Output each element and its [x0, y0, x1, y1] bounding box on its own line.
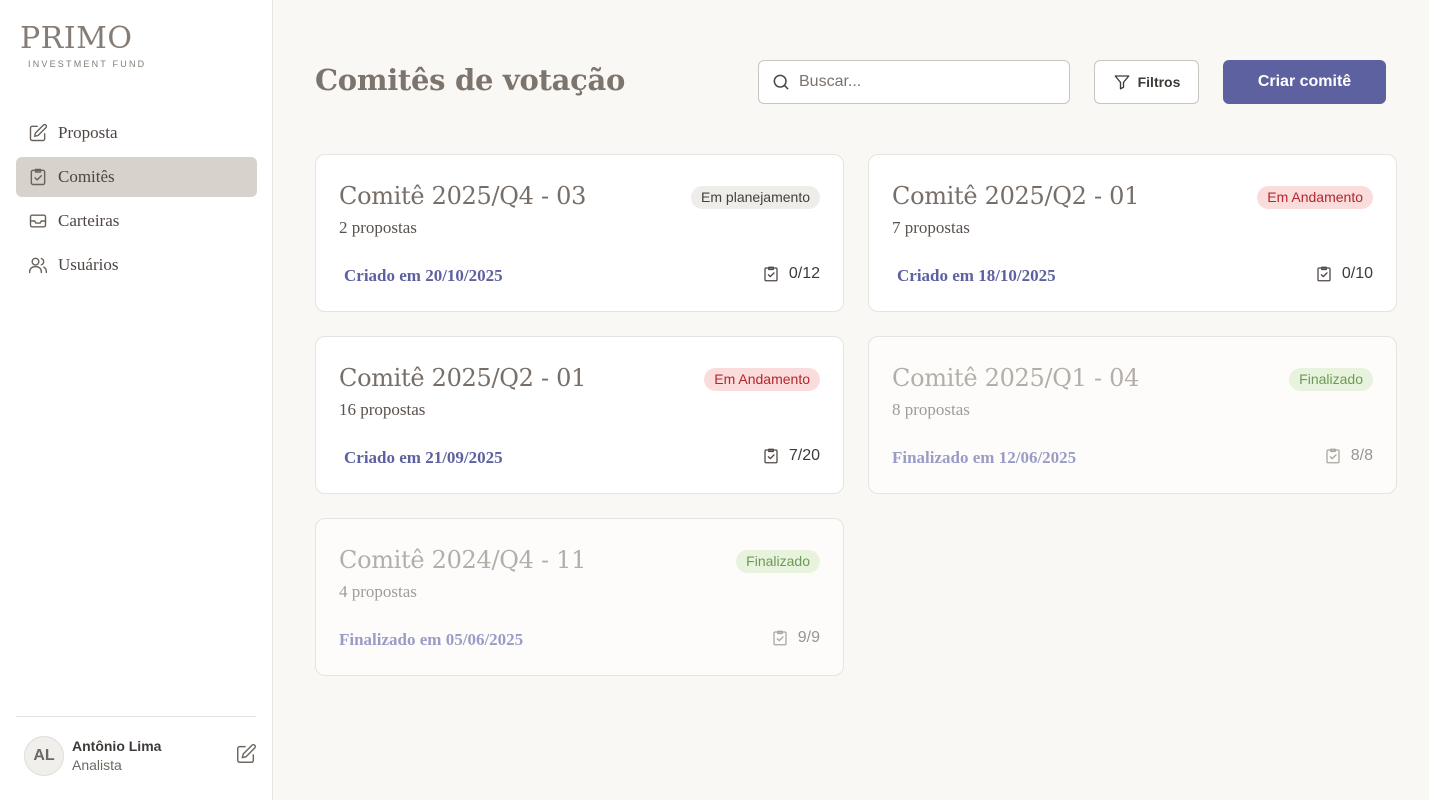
committee-date: Criado em 20/10/2025 [344, 266, 503, 285]
pencil-square-icon [29, 123, 48, 142]
committee-proposals-count: 16 propostas [339, 400, 426, 419]
clipboard-check-icon [773, 630, 787, 646]
user-info: Antônio Lima Analista [72, 737, 235, 775]
sidebar-item-comites[interactable]: Comitês [16, 157, 257, 197]
committee-title: Comitê 2025/Q1 - 04 [892, 364, 1140, 392]
status-badge: Finalizado [1289, 368, 1373, 391]
committee-progress: 0/12 [762, 265, 820, 283]
clipboard-check-icon [1326, 448, 1340, 464]
committee-card[interactable]: Comitê 2025/Q1 - 04 8 propostas Finaliza… [868, 336, 1397, 494]
committee-proposals-count: 8 propostas [892, 400, 970, 419]
create-committee-button[interactable]: Criar comitê [1223, 60, 1386, 104]
committee-progress: 8/8 [1324, 447, 1373, 465]
sidebar-divider [16, 716, 256, 717]
committee-card[interactable]: Comitê 2025/Q4 - 03 2 propostas Em plane… [315, 154, 844, 312]
search-icon [773, 74, 789, 90]
committee-progress-value: 0/12 [788, 265, 820, 282]
sidebar: PRIMO INVESTMENT FUND Proposta Comitês C… [0, 0, 273, 800]
edit-icon [237, 743, 256, 763]
committee-proposals-count: 7 propostas [892, 218, 970, 237]
status-badge: Em Andamento [1257, 186, 1373, 209]
inbox-icon [29, 214, 47, 228]
committee-title: Comitê 2024/Q4 - 11 [339, 546, 587, 574]
committee-progress: 9/9 [771, 629, 820, 647]
filters-label: Filtros [1137, 74, 1181, 90]
committee-date: Criado em 18/10/2025 [897, 266, 1056, 285]
committee-proposals-count: 4 propostas [339, 582, 417, 601]
status-badge: Em planejamento [691, 186, 820, 209]
sidebar-item-label: Carteiras [58, 211, 120, 230]
committee-progress-value: 7/20 [788, 447, 820, 464]
committee-date: Finalizado em 05/06/2025 [339, 630, 524, 649]
committee-date: Finalizado em 12/06/2025 [892, 448, 1077, 467]
committee-title: Comitê 2025/Q2 - 01 [339, 364, 587, 392]
committee-progress-value: 8/8 [1350, 447, 1373, 464]
committee-card[interactable]: Comitê 2025/Q2 - 01 16 propostas Em Anda… [315, 336, 844, 494]
committee-card[interactable]: Comitê 2025/Q2 - 01 7 propostas Em Andam… [868, 154, 1397, 312]
search-input[interactable] [799, 73, 1059, 91]
committee-progress: 7/20 [762, 447, 820, 465]
clipboard-check-icon [30, 168, 46, 186]
committee-title: Comitê 2025/Q2 - 01 [892, 182, 1140, 210]
users-icon [28, 257, 48, 274]
filter-icon [1114, 75, 1130, 90]
sidebar-nav: Proposta Comitês Carteiras Usuários [16, 113, 257, 289]
search-box [758, 60, 1070, 104]
sidebar-item-carteiras[interactable]: Carteiras [16, 201, 257, 241]
avatar[interactable]: AL [24, 736, 64, 776]
status-badge: Em Andamento [704, 368, 820, 391]
committee-progress-value: 9/9 [797, 629, 820, 646]
sidebar-item-proposta[interactable]: Proposta [16, 113, 257, 153]
committee-proposals-count: 2 propostas [339, 218, 417, 237]
clipboard-check-icon [764, 266, 778, 282]
user-name: Antônio Lima [72, 738, 162, 754]
clipboard-check-icon [1317, 266, 1331, 282]
filters-button[interactable]: Filtros [1094, 60, 1199, 104]
committee-date: Criado em 21/09/2025 [344, 448, 503, 467]
edit-profile-button[interactable] [235, 743, 257, 770]
status-badge: Finalizado [736, 550, 820, 573]
sidebar-item-label: Comitês [58, 167, 115, 186]
sidebar-item-label: Usuários [58, 255, 119, 274]
user-role: Analista [72, 757, 122, 773]
committee-title: Comitê 2025/Q4 - 03 [339, 182, 587, 210]
brand-logo[interactable]: PRIMO INVESTMENT FUND [20, 21, 147, 70]
sidebar-item-label: Proposta [58, 123, 118, 142]
committee-progress: 0/10 [1315, 265, 1373, 283]
committee-progress-value: 0/10 [1341, 265, 1373, 282]
user-profile: AL Antônio Lima Analista [24, 736, 257, 776]
committee-card[interactable]: Comitê 2024/Q4 - 11 4 propostas Finaliza… [315, 518, 844, 676]
sidebar-item-usuarios[interactable]: Usuários [16, 245, 257, 285]
page-title: Comitês de votação [315, 63, 625, 97]
brand-tagline: INVESTMENT FUND [28, 59, 147, 69]
brand-name: PRIMO [20, 21, 133, 56]
clipboard-check-icon [764, 448, 778, 464]
